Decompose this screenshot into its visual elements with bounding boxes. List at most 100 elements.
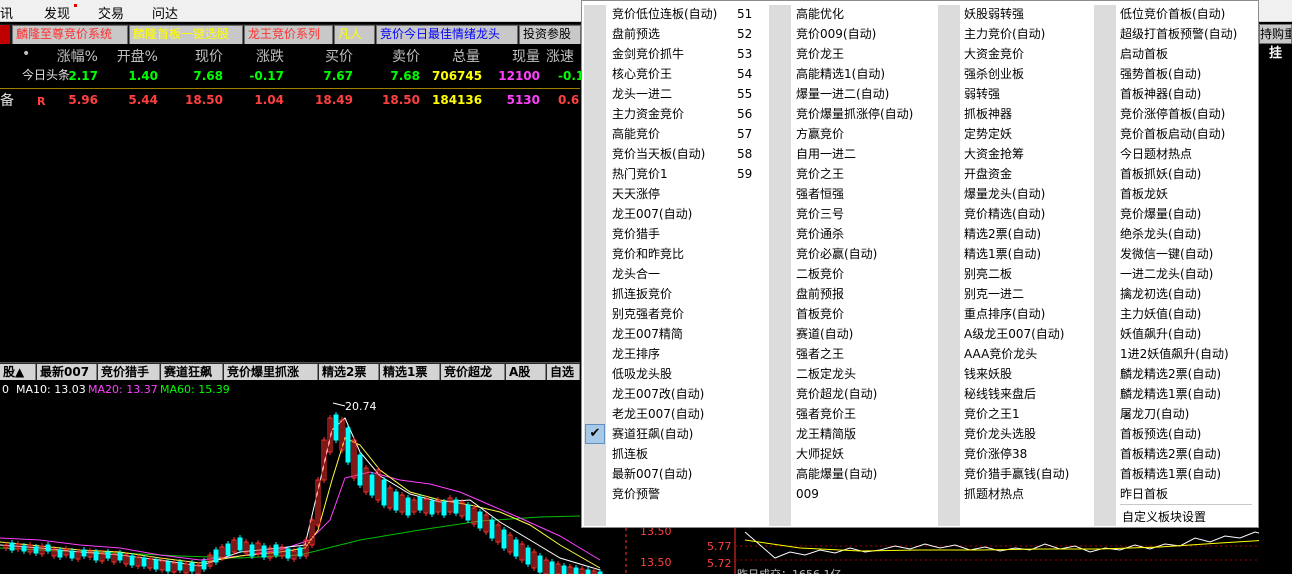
menu-item[interactable]: 强势首板(自动) xyxy=(1120,64,1201,84)
menu-item[interactable]: 赛道狂飙(自动) xyxy=(612,424,693,444)
menu-item[interactable]: 赛道(自动) xyxy=(796,324,853,344)
menu-item[interactable]: 龙头合一 xyxy=(612,264,660,284)
column-header-open-pct[interactable]: 开盘% xyxy=(104,46,158,65)
menu-item[interactable]: 首板精选1票(自动) xyxy=(1120,464,1221,484)
menu-item-news[interactable]: 讯 xyxy=(0,3,13,22)
menu-item[interactable]: 自用一进二 xyxy=(796,144,856,164)
btab-ashare[interactable]: A股 xyxy=(506,364,546,380)
menu-item[interactable]: 竞价预警 xyxy=(612,484,660,504)
tab-top-2[interactable]: 麟隆首板一键选股 xyxy=(129,25,243,44)
tab-top-4[interactable]: 凡人 xyxy=(334,25,375,44)
menu-item[interactable]: 方赢竞价 xyxy=(796,124,844,144)
column-header-change[interactable]: 涨跌 xyxy=(236,46,284,65)
menu-item[interactable]: 重点排序(自动) xyxy=(964,304,1045,324)
menu-item[interactable]: 竞价三号 xyxy=(796,204,844,224)
menu-item[interactable]: 大资金抢筹 xyxy=(964,144,1024,164)
menu-item[interactable]: 强者恒强 xyxy=(796,184,844,204)
menu-item-number[interactable]: 58 xyxy=(737,144,752,164)
menu-item[interactable]: 009 xyxy=(796,484,819,504)
menu-item[interactable]: 主力妖值(自动) xyxy=(1120,304,1201,324)
menu-item[interactable]: 竞价009(自动) xyxy=(796,24,876,44)
menu-item[interactable]: 高能优化 xyxy=(796,4,844,24)
menu-item[interactable]: 秘线钱来盘后 xyxy=(964,384,1036,404)
menu-item[interactable]: 热门竞价1 xyxy=(612,164,668,184)
menu-item[interactable]: 竞价首板启动(自动) xyxy=(1120,124,1225,144)
menu-item[interactable]: 竞价猎手赢钱(自动) xyxy=(964,464,1069,484)
menu-item[interactable]: 低位竞价首板(自动) xyxy=(1120,4,1225,24)
menu-item-custom-block-settings[interactable]: 自定义板块设置 xyxy=(1122,507,1206,527)
menu-item[interactable]: 竞价龙头选股 xyxy=(964,424,1036,444)
menu-item[interactable]: 启动首板 xyxy=(1120,44,1168,64)
menu-item[interactable]: 麟龙精选2票(自动) xyxy=(1120,364,1221,384)
menu-item[interactable]: 大资金竞价 xyxy=(964,44,1024,64)
menu-item[interactable]: 高能精选1(自动) xyxy=(796,64,885,84)
menu-item[interactable]: 金剑竞价抓牛 xyxy=(612,44,684,64)
menu-item[interactable]: 天天涨停 xyxy=(612,184,660,204)
menu-item[interactable]: 强者之王 xyxy=(796,344,844,364)
menu-item[interactable]: 强者竞价王 xyxy=(796,404,856,424)
btab-superdragon[interactable]: 竞价超龙 xyxy=(441,364,505,380)
menu-item[interactable]: 主力资金竞价 xyxy=(612,104,684,124)
menu-item-number[interactable]: 59 xyxy=(737,164,752,184)
menu-item[interactable]: 别克一进二 xyxy=(964,284,1024,304)
menu-item-discover[interactable]: 发现 xyxy=(44,3,70,22)
tab-top-6[interactable]: 投资参股 xyxy=(519,25,581,44)
menu-item[interactable]: A级龙王007(自动) xyxy=(964,324,1064,344)
btab-burst[interactable]: 竞价爆里抓涨 xyxy=(224,364,318,380)
menu-item[interactable]: 首板神器(自动) xyxy=(1120,84,1201,104)
menu-item-number[interactable]: 52 xyxy=(737,24,752,44)
menu-item[interactable]: 龙王精简版 xyxy=(796,424,856,444)
menu-item[interactable]: 龙王007(自动) xyxy=(612,204,692,224)
tab-top-5[interactable]: 竞价今日最佳情绪龙头 xyxy=(376,25,518,44)
menu-item[interactable]: 竞价之王 xyxy=(796,164,844,184)
menu-item-wenda[interactable]: 问达 xyxy=(152,3,178,22)
column-header-speed[interactable]: 涨速 xyxy=(546,46,582,65)
menu-item-number[interactable]: 56 xyxy=(737,104,752,124)
menu-item[interactable]: 竞价和昨竞比 xyxy=(612,244,684,264)
menu-item[interactable]: 二板定龙头 xyxy=(796,364,856,384)
menu-item[interactable]: 一进二龙头(自动) xyxy=(1120,264,1213,284)
menu-item[interactable]: 竞价涨停首板(自动) xyxy=(1120,104,1225,124)
menu-item[interactable]: 开盘资金 xyxy=(964,164,1012,184)
tab-top-1[interactable]: 麟隆至尊竞价系统 xyxy=(12,25,128,44)
menu-item[interactable]: 妖股弱转强 xyxy=(964,4,1024,24)
menu-item[interactable]: 擒龙初选(自动) xyxy=(1120,284,1201,304)
menu-item[interactable]: 屠龙刀(自动) xyxy=(1120,404,1189,424)
menu-item[interactable]: 竞价低位连板(自动) xyxy=(612,4,717,24)
menu-item-number[interactable]: 55 xyxy=(737,84,752,104)
menu-item-trade[interactable]: 交易 xyxy=(98,3,124,22)
menu-item[interactable]: 别亮二板 xyxy=(964,264,1012,284)
column-header-price[interactable]: 现价 xyxy=(175,46,223,65)
menu-item[interactable]: 竞价超龙(自动) xyxy=(796,384,877,404)
menu-item[interactable]: 竞价爆量抓涨停(自动) xyxy=(796,104,913,124)
menu-item[interactable]: 大师捉妖 xyxy=(796,444,844,464)
menu-item[interactable]: 昨日首板 xyxy=(1120,484,1168,504)
menu-item[interactable]: 最新007(自动) xyxy=(612,464,692,484)
menu-item[interactable]: 弱转强 xyxy=(964,84,1000,104)
btab-watchlist[interactable]: 自选 xyxy=(547,364,580,380)
menu-item[interactable]: 高能爆量(自动) xyxy=(796,464,877,484)
menu-item[interactable]: 麟龙精选1票(自动) xyxy=(1120,384,1221,404)
btab-stock[interactable]: 股▲ xyxy=(0,364,36,380)
menu-item[interactable]: 首板龙妖 xyxy=(1120,184,1168,204)
menu-item[interactable]: 首板抓妖(自动) xyxy=(1120,164,1201,184)
menu-item[interactable]: 龙头一进二 xyxy=(612,84,672,104)
menu-item[interactable]: 盘前预报 xyxy=(796,284,844,304)
btab-pick2[interactable]: 精选2票 xyxy=(319,364,379,380)
menu-item[interactable]: 精选2票(自动) xyxy=(964,224,1041,244)
tab-right-partial[interactable]: 持购重 xyxy=(1259,24,1292,44)
menu-item[interactable]: 妖值飙升(自动) xyxy=(1120,324,1201,344)
menu-item[interactable]: 今日题材热点 xyxy=(1120,144,1192,164)
menu-item[interactable]: 主力竞价(自动) xyxy=(964,24,1045,44)
menu-item[interactable]: 1进2妖值飙升(自动) xyxy=(1120,344,1229,364)
stock-name[interactable]: 备 xyxy=(0,90,14,110)
menu-item[interactable]: 龙王排序 xyxy=(612,344,660,364)
column-header-cur-vol[interactable]: 现量 xyxy=(496,46,540,65)
menu-item[interactable]: 竞价涨停38 xyxy=(964,444,1027,464)
menu-item[interactable]: 老龙王007(自动) xyxy=(612,404,704,424)
menu-item[interactable]: AAA竞价龙头 xyxy=(964,344,1037,364)
column-header-change-pct[interactable]: 涨幅% xyxy=(44,46,98,65)
menu-item[interactable]: 首板竞价 xyxy=(796,304,844,324)
menu-item[interactable]: 竞价必赢(自动) xyxy=(796,244,877,264)
btab-pick1[interactable]: 精选1票 xyxy=(380,364,440,380)
